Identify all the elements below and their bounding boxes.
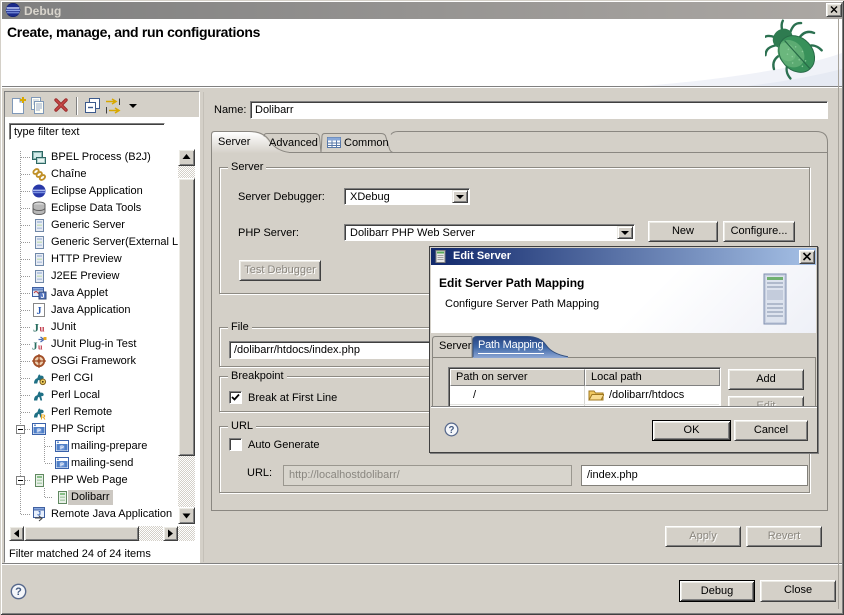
svg-text:J: J [41,293,45,300]
svg-text:u: u [40,324,45,334]
svg-text:J: J [33,321,39,335]
svg-text:P: P [60,445,64,451]
svg-text:P: P [37,428,41,434]
svg-text:J: J [37,306,42,317]
svg-text:u: u [38,343,43,352]
svg-text:P: P [60,462,64,468]
svg-text:?: ? [15,586,22,598]
svg-text:?: ? [449,425,455,436]
svg-text:R: R [41,415,46,421]
